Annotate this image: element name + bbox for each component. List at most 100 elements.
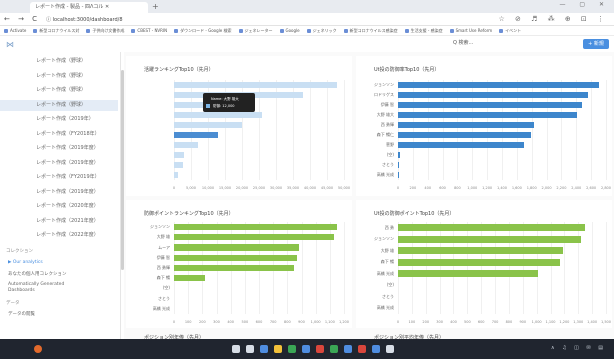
metabase-logo-icon[interactable]: ⋈ (6, 40, 14, 49)
bookmark-item[interactable]: ジェネリック (306, 28, 337, 34)
chart-bar[interactable] (398, 161, 400, 169)
sidebar-item[interactable]: レポート作成（野球） (0, 71, 118, 82)
sidebar-item[interactable]: レポート作成（2019年） (0, 114, 118, 125)
chart-bar[interactable] (398, 235, 582, 243)
weather-icon[interactable] (34, 345, 42, 353)
chart-card-4[interactable]: Ut投の防御ポイントTop10（先月） 0 100 200 300 400 500 600 7… (356, 200, 612, 328)
app-icon[interactable] (316, 345, 324, 353)
settings-icon[interactable] (386, 345, 394, 353)
y-category-label: 西 勇輝 (156, 265, 170, 270)
y-category-label: ジョンソン (374, 236, 394, 242)
chart-card-2[interactable]: Ut投の防御率Top10（先月） 0 200 400 600 800 1,000 1,200… (356, 56, 612, 196)
windows-start-icon[interactable] (232, 345, 240, 353)
outlook-icon[interactable] (372, 345, 380, 353)
chart-bar[interactable] (398, 121, 535, 129)
sidebar-item[interactable]: レポート作成（FY2018年） (0, 129, 118, 140)
bookmark-item[interactable]: CBEST - NVRIN (131, 28, 167, 33)
sidebar-browse-data[interactable]: データの閲覧 (8, 311, 35, 317)
sidebar-my-collection[interactable]: あなたの個人用コレクション (8, 271, 67, 277)
bookmark-item[interactable]: Google (279, 28, 300, 33)
chart-bar[interactable] (174, 275, 206, 282)
app-header: ⋈ Q 検索... + 新規 (0, 36, 614, 52)
chart-bar[interactable] (174, 244, 299, 251)
bookmark-item[interactable]: 生活支援 - 感染症 (404, 28, 443, 34)
chart-bar[interactable] (398, 258, 561, 266)
chart-bar[interactable] (398, 101, 582, 109)
chart-bar[interactable] (174, 223, 337, 231)
chart-bar[interactable] (174, 264, 295, 272)
chart-bar[interactable] (398, 151, 401, 159)
chart-bar[interactable] (398, 131, 531, 139)
chart-bar[interactable] (174, 131, 219, 139)
word-icon[interactable] (344, 345, 352, 353)
chart-bar[interactable] (174, 171, 179, 179)
browser-tab[interactable]: レポート作成 - 製品 - 四Λコル ✕ (30, 2, 148, 13)
browser-toolbar-icons[interactable]: ☆ ⊘ ♬ ⁂ ⊕ ⊡ ⋮ (499, 15, 609, 23)
bookmark-item[interactable]: 子供向け文書作成 (86, 28, 124, 34)
x-tick-label: 1,000 (310, 320, 321, 324)
x-tick-label: 200 (409, 186, 417, 190)
sidebar-our-analytics[interactable]: ▶ Our analytics (8, 260, 43, 265)
bookmark-item[interactable]: 新型コロナウイルス感染症 (343, 28, 398, 34)
file-explorer-icon[interactable] (274, 345, 282, 353)
os-taskbar: ∧ ♫ ◫ ✉ ▤ (0, 339, 614, 359)
sidebar-item[interactable]: レポート作成（野球） (0, 99, 118, 111)
search-input[interactable]: Q 検索... (453, 39, 473, 46)
url-field[interactable]: ⓘ localhost:3000/dashboard/8 (46, 16, 122, 23)
task-view-icon[interactable] (260, 345, 268, 353)
sidebar-item[interactable]: レポート作成（FY2019年） (0, 172, 118, 183)
bookmark-item[interactable]: Activate (4, 28, 26, 33)
chart-bar[interactable] (398, 81, 599, 89)
chart-plot-4: 0 100 200 300 400 500 600 700 800 900 1,000 1,100 1,… (374, 222, 611, 324)
x-tick-label: 2,400 (571, 186, 582, 190)
chart-bar[interactable] (174, 111, 263, 119)
chart-bar[interactable] (398, 224, 586, 232)
chart-bar[interactable] (174, 121, 242, 129)
system-tray[interactable]: ∧ ♫ ◫ ✉ ▤ (551, 345, 606, 351)
bookmark-item[interactable]: 新型コロナウイルス対 (33, 28, 79, 34)
nav-buttons[interactable]: ← → C (4, 15, 40, 23)
sidebar-item[interactable]: レポート作成（野球） (0, 85, 118, 96)
chart-bar[interactable] (174, 141, 198, 149)
chrome-icon[interactable] (288, 345, 296, 353)
bookmark-item[interactable]: Smart Use Reform (449, 28, 492, 33)
chart-bar[interactable] (174, 81, 338, 89)
bookmark-favicon-icon (131, 28, 136, 33)
excel-icon[interactable] (330, 345, 338, 353)
chart-bar[interactable] (398, 171, 400, 179)
chart-bar[interactable] (398, 111, 578, 119)
chart-bar[interactable] (398, 270, 539, 278)
chart-bar[interactable] (398, 91, 589, 99)
sidebar-item[interactable]: レポート作成（2021年度） (0, 216, 118, 227)
chart-bar[interactable] (174, 161, 183, 169)
chart-bar[interactable] (398, 247, 563, 255)
chart-card-1[interactable]: 活躍ランキングTop10（先月） 0 5,000 10,000 15,000 20,00… (126, 56, 352, 196)
chart-bar[interactable] (174, 151, 185, 159)
sidebar-item[interactable]: レポート作成（野球） (0, 56, 118, 67)
sidebar-auto-dashboards[interactable]: Automatically Generated (8, 282, 64, 287)
chart-card-3[interactable]: 防御ポイントランキングTop10（先月） 0 100 200 300 400 500 600… (126, 200, 352, 328)
new-button[interactable]: + 新規 (583, 39, 609, 49)
chart-bar[interactable] (174, 254, 298, 261)
chart-bar[interactable] (398, 141, 524, 149)
x-tick-label: 200 (422, 320, 430, 324)
bookmark-item[interactable]: ジェネレーター (238, 28, 273, 34)
sidebar-item[interactable]: レポート作成（2019年度） (0, 158, 118, 169)
search-icon[interactable] (246, 345, 254, 353)
y-category-label: 森下 暢仁 (376, 132, 394, 137)
sidebar-item[interactable]: レポート作成（2019年度） (0, 143, 118, 154)
chart-bar[interactable] (174, 234, 335, 241)
window-controls[interactable]: — ▢ ✕ (559, 1, 610, 8)
bookmark-item[interactable]: ダウンロード - Google 検索 (174, 28, 232, 34)
x-tick-label: 600 (439, 186, 446, 190)
powerpoint-icon[interactable] (358, 345, 366, 353)
edge-icon[interactable] (302, 345, 310, 353)
y-category-label: 伊藤 智 (380, 102, 394, 107)
sidebar-item[interactable]: レポート作成（2019年度） (0, 187, 118, 198)
new-tab-button[interactable]: + (152, 2, 159, 11)
bookmark-item[interactable]: イベント (499, 28, 521, 34)
y-category-label: (空) (386, 282, 394, 288)
x-tick-label: 1,100 (324, 320, 335, 324)
sidebar-item[interactable]: レポート作成（2020年度） (0, 201, 118, 212)
sidebar-item[interactable]: レポート作成（2022年度） (0, 230, 118, 241)
